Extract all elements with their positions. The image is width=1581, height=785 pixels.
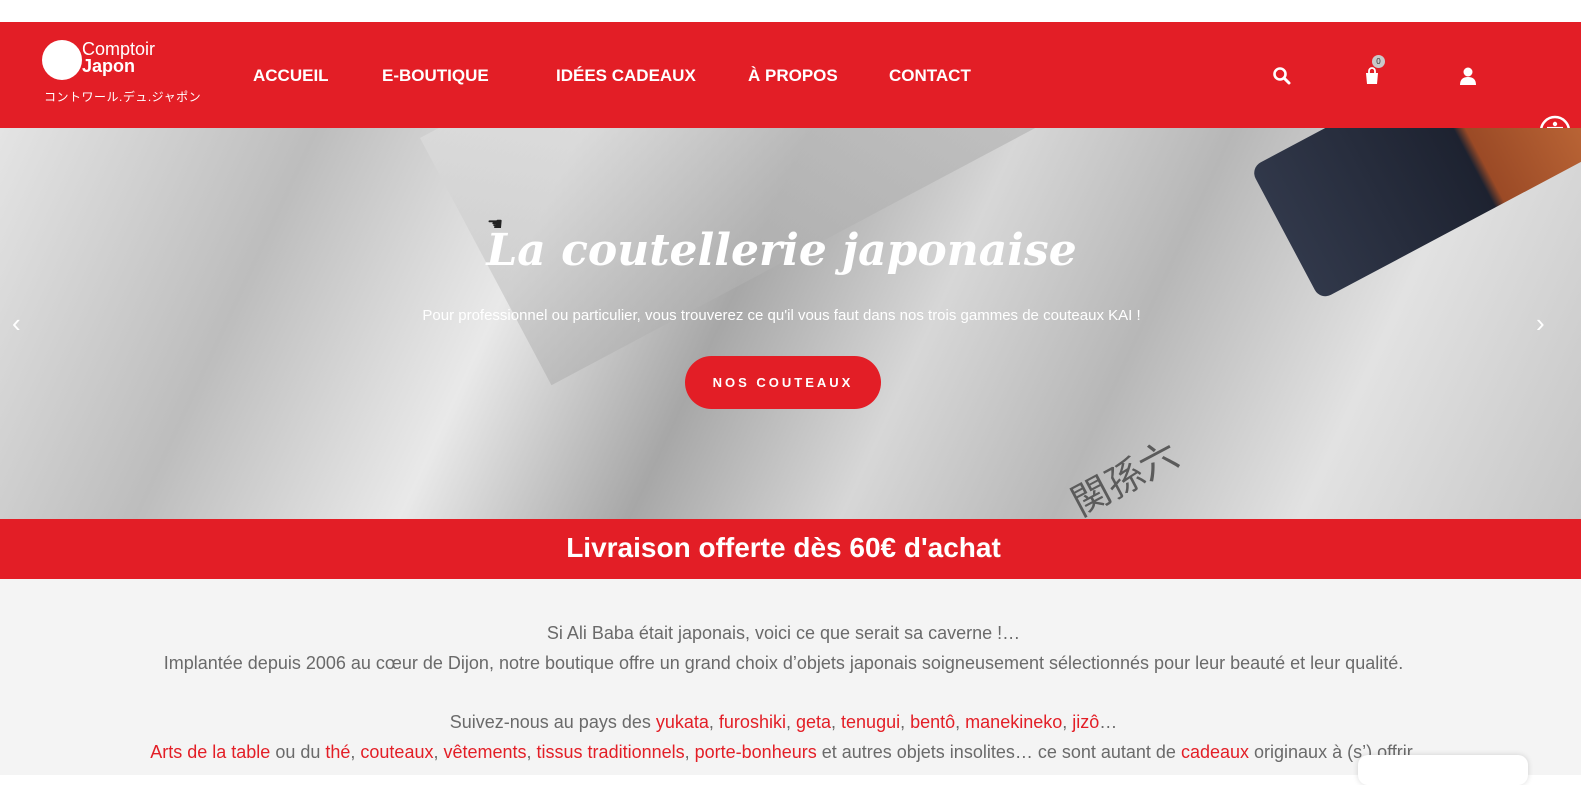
nav-accueil[interactable]: ACCUEIL <box>253 66 329 86</box>
link-geta[interactable]: geta <box>796 712 831 732</box>
nav-idees-cadeaux[interactable]: IDÉES CADEAUX <box>556 66 696 86</box>
logo-circle-icon <box>42 40 82 80</box>
link-the[interactable]: thé <box>325 742 350 762</box>
user-icon[interactable] <box>1458 66 1478 86</box>
link-tenugui[interactable]: tenugui <box>841 712 900 732</box>
intro-line-3: Suivez-nous au pays des yukata, furoshik… <box>449 712 1118 732</box>
site-logo[interactable]: Comptoir Japon コントワール.デュ.ジャポン <box>42 40 201 110</box>
slider-prev-arrow-icon[interactable]: ‹ <box>12 310 21 336</box>
link-manekineko[interactable]: manekineko <box>965 712 1062 732</box>
cart-count-badge: 0 <box>1372 55 1385 68</box>
top-spacer <box>0 0 1581 22</box>
nav-contact[interactable]: CONTACT <box>889 66 971 86</box>
intro-line3-suffix: … <box>1099 712 1118 732</box>
link-porte-bonheurs[interactable]: porte-bonheurs <box>695 742 817 762</box>
slider-next-arrow-icon[interactable]: › <box>1536 310 1545 336</box>
link-vetements[interactable]: vêtements <box>443 742 526 762</box>
nav-a-propos[interactable]: À PROPOS <box>748 66 838 86</box>
hero-title: La coutellerie japonaise <box>486 225 1077 276</box>
intro-section: Si Ali Baba était japonais, voici ce que… <box>0 579 1581 775</box>
logo-text-line2: Japon <box>82 56 136 76</box>
link-furoshiki[interactable]: furoshiki <box>719 712 786 732</box>
site-header: Comptoir Japon コントワール.デュ.ジャポン ACCUEIL E-… <box>0 22 1581 128</box>
cart-icon[interactable] <box>1362 66 1382 86</box>
search-icon[interactable] <box>1272 66 1292 86</box>
hero-slider[interactable]: 関孫六 La coutellerie japonaise Pour profes… <box>0 128 1581 519</box>
intro-line-1: Si Ali Baba était japonais, voici ce que… <box>546 623 1021 643</box>
hero-subtitle: Pour professionnel ou particulier, vous … <box>422 307 1141 324</box>
logo-japanese-text: コントワール.デュ.ジャポン <box>44 90 202 104</box>
chat-widget[interactable] <box>1358 755 1528 785</box>
intro-line-2: Implantée depuis 2006 au cœur de Dijon, … <box>163 653 1404 673</box>
nos-couteaux-button[interactable]: NOS COUTEAUX <box>685 356 881 409</box>
shipping-banner-text: Livraison offerte dès 60€ d'achat <box>566 532 1001 563</box>
hand-cursor-icon: ☚ <box>487 214 504 234</box>
intro-line4-text-b: ou du <box>270 742 326 762</box>
shipping-banner: Livraison offerte dès 60€ d'achat <box>0 519 1581 579</box>
intro-line-4: Arts de la table ou du thé, couteaux, vê… <box>150 742 1417 762</box>
link-jizo[interactable]: jizô <box>1072 712 1099 732</box>
link-bento[interactable]: bentô <box>910 712 955 732</box>
link-tissus-traditionnels[interactable]: tissus traditionnels <box>537 742 685 762</box>
blade-engraving-image: 関孫六 <box>1064 432 1186 519</box>
nav-e-boutique[interactable]: E-BOUTIQUE <box>382 66 489 86</box>
link-cadeaux[interactable]: cadeaux <box>1181 742 1249 762</box>
link-yukata[interactable]: yukata <box>656 712 709 732</box>
intro-line4-text-c: et autres objets insolites… ce sont auta… <box>816 742 1181 762</box>
link-arts-de-la-table[interactable]: Arts de la table <box>150 742 270 762</box>
intro-line3-prefix: Suivez-nous au pays des <box>449 712 656 732</box>
link-couteaux[interactable]: couteaux <box>360 742 433 762</box>
